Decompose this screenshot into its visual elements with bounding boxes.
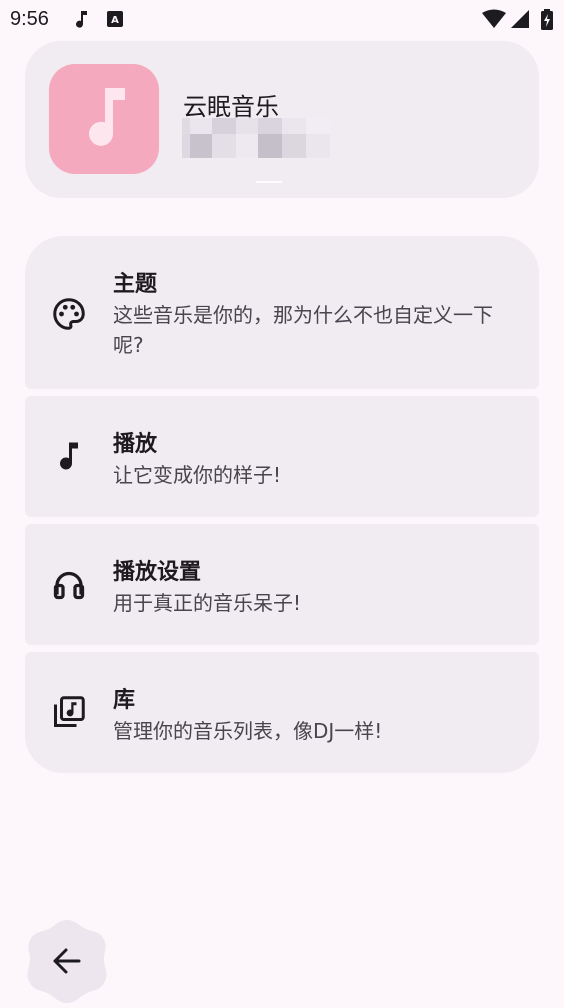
setting-description: 用于真正的音乐呆子! — [113, 591, 302, 615]
battery-charging-icon — [541, 9, 553, 30]
status-time: 9:56 — [10, 8, 49, 30]
setting-description: 让它变成你的样子! — [113, 463, 282, 487]
status-bar: 9:56 A — [0, 0, 564, 38]
music-note-icon — [60, 442, 78, 470]
setting-description: 管理你的音乐列表，像DJ一样! — [113, 719, 383, 743]
divider — [256, 181, 282, 183]
app-icon — [49, 64, 159, 174]
back-button-shape — [27, 920, 107, 1003]
setting-playback[interactable]: 播放 让它变成你的样子! — [25, 396, 539, 517]
app-name: 云眠音乐 — [183, 93, 279, 121]
setting-theme[interactable]: 主题 这些音乐是你的，那为什么不也自定义一下呢? — [25, 236, 539, 389]
pixelated-version-text — [182, 118, 330, 158]
svg-text:A: A — [111, 15, 119, 26]
keyboard-a-icon: A — [107, 11, 123, 27]
settings-list: 主题 这些音乐是你的，那为什么不也自定义一下呢? 播放 让它变成你的样子! 播放… — [25, 236, 539, 773]
setting-title: 播放设置 — [113, 560, 202, 585]
setting-title: 主题 — [113, 272, 158, 297]
library-music-icon — [54, 696, 85, 727]
setting-description: 这些音乐是你的，那为什么不也自定义一下呢? — [113, 303, 493, 357]
app-info-card: 云眠音乐 — [25, 41, 539, 198]
music-note-icon — [89, 88, 125, 146]
headphones-icon — [53, 571, 85, 600]
setting-title: 库 — [113, 688, 136, 713]
music-note-icon — [76, 11, 87, 28]
palette-icon — [53, 298, 85, 330]
back-button[interactable] — [24, 918, 110, 1004]
signal-icon — [511, 10, 529, 28]
setting-playback-settings[interactable]: 播放设置 用于真正的音乐呆子! — [25, 524, 539, 645]
setting-library[interactable]: 库 管理你的音乐列表，像DJ一样! — [25, 652, 539, 773]
setting-title: 播放 — [113, 432, 158, 457]
wifi-icon — [482, 9, 506, 28]
